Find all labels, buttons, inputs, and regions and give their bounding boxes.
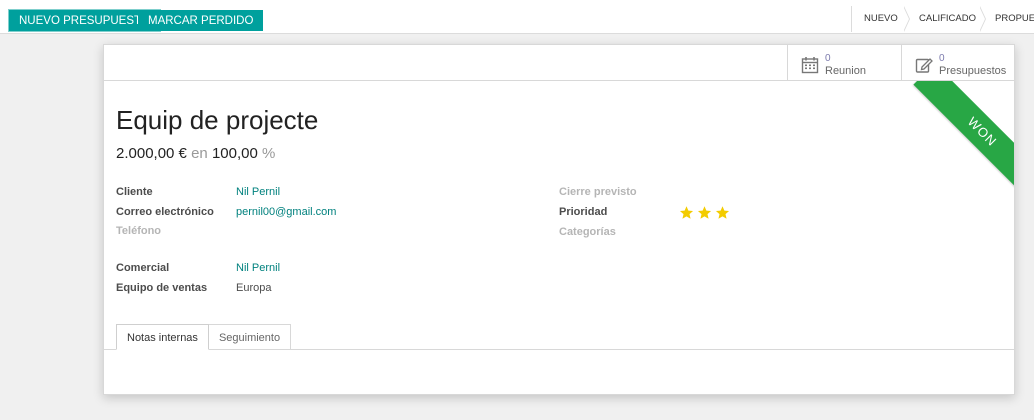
meetings-label: Reunion bbox=[825, 65, 866, 77]
in-label: en bbox=[191, 145, 208, 162]
stage-qualified[interactable]: CALIFICADO bbox=[904, 6, 986, 32]
customer-label: Cliente bbox=[116, 186, 153, 198]
calendar-icon bbox=[801, 57, 819, 74]
percent-sign: % bbox=[262, 145, 276, 162]
star-icon[interactable] bbox=[715, 205, 730, 220]
tab-followup[interactable]: Seguimiento bbox=[208, 324, 292, 350]
ribbon-text: WON bbox=[913, 81, 1014, 197]
probability-value[interactable]: 100,00 bbox=[212, 145, 258, 162]
edit-icon bbox=[915, 58, 933, 73]
quotations-label: Presupuestos bbox=[939, 65, 1007, 77]
button-box: 0 Reunion 0 Presupuestos bbox=[104, 45, 1014, 81]
phone-label: Teléfono bbox=[116, 225, 162, 237]
status-bar: NUEVO PRESUPUESTO MARCAR PERDIDO NUEVO C… bbox=[0, 0, 1034, 34]
stage-pipeline: NUEVO CALIFICADO PROPUESTA bbox=[851, 6, 1034, 32]
form-sheet: 0 Reunion 0 Presupuestos WON Equip de pr… bbox=[103, 44, 1015, 395]
meetings-smart-button[interactable]: 0 Reunion bbox=[787, 45, 901, 81]
star-icon[interactable] bbox=[679, 205, 694, 220]
quotations-count: 0 bbox=[939, 53, 945, 64]
sales-team-label: Equipo de ventas bbox=[116, 282, 208, 294]
stage-new[interactable]: NUEVO bbox=[852, 6, 910, 32]
salesperson-value[interactable]: Nil Pernil bbox=[236, 262, 280, 274]
mark-lost-button[interactable]: MARCAR PERDIDO bbox=[138, 10, 264, 31]
star-icon[interactable] bbox=[697, 205, 712, 220]
won-ribbon: WON bbox=[898, 81, 1014, 197]
notebook-tabs: Notas internas Seguimiento bbox=[116, 324, 292, 350]
email-label: Correo electrónico bbox=[116, 206, 214, 218]
tab-internal-notes[interactable]: Notas internas bbox=[116, 324, 209, 350]
stage-proposition[interactable]: PROPUESTA bbox=[980, 6, 1034, 32]
revenue-line: 2.000,00 € en 100,00 % bbox=[116, 145, 275, 162]
quotations-smart-button[interactable]: 0 Presupuestos bbox=[901, 45, 1014, 81]
priority-label: Prioridad bbox=[559, 206, 608, 218]
meetings-count: 0 bbox=[825, 53, 831, 64]
expected-closing-label: Cierre previsto bbox=[559, 186, 637, 198]
tags-label: Categorías bbox=[559, 226, 616, 238]
opportunity-title[interactable]: Equip de projecte bbox=[116, 105, 318, 136]
expected-revenue[interactable]: 2.000,00 € bbox=[116, 145, 187, 162]
customer-value[interactable]: Nil Pernil bbox=[236, 186, 280, 198]
email-value[interactable]: pernil00@gmail.com bbox=[236, 206, 336, 218]
salesperson-label: Comercial bbox=[116, 262, 170, 274]
sales-team-value[interactable]: Europa bbox=[236, 282, 271, 294]
priority-stars bbox=[679, 205, 730, 220]
